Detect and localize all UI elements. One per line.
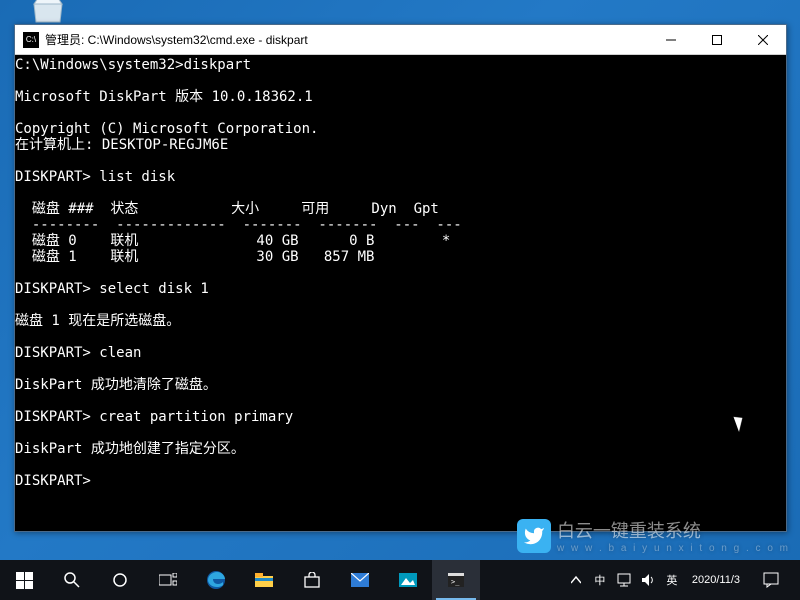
- term-line: 磁盘 1 现在是所选磁盘。: [15, 313, 180, 329]
- ime-lang-label: 英: [666, 572, 677, 588]
- term-line: 磁盘 ### 状态 大小 可用 Dyn Gpt: [15, 201, 439, 217]
- term-line: DISKPART> select disk 1: [15, 281, 209, 297]
- tray-volume[interactable]: [636, 560, 660, 600]
- taskbar: >_ 中 英 2020/11/3: [0, 560, 800, 600]
- tray-overflow[interactable]: [564, 560, 588, 600]
- cortana-icon: [112, 572, 128, 588]
- windows-logo-icon: [16, 572, 33, 589]
- edge-icon: [206, 570, 226, 590]
- taskbar-clock[interactable]: 2020/11/3: [684, 573, 748, 587]
- close-icon: [758, 35, 768, 45]
- recycle-bin-icon: [28, 0, 68, 24]
- term-line: -------- ------------- ------- ------- -…: [15, 217, 462, 233]
- taskbar-search[interactable]: [48, 560, 96, 600]
- taskbar-mail[interactable]: [336, 560, 384, 600]
- term-line: 在计算机上: DESKTOP-REGJM6E: [15, 137, 228, 153]
- cmd-window: C:\ 管理员: C:\Windows\system32\cmd.exe - d…: [14, 24, 787, 532]
- terminal-icon: >_: [448, 573, 464, 587]
- window-title: 管理员: C:\Windows\system32\cmd.exe - diskp…: [45, 31, 648, 48]
- term-line: C:\Windows\system32>diskpart: [15, 57, 251, 73]
- clock-date: 2020/11/3: [692, 573, 740, 587]
- minimize-button[interactable]: [648, 25, 694, 55]
- maximize-button[interactable]: [694, 25, 740, 55]
- taskbar-taskview[interactable]: [144, 560, 192, 600]
- tray-ime-lang[interactable]: 英: [660, 560, 684, 600]
- taskbar-notifications[interactable]: [748, 572, 794, 588]
- term-line: DiskPart 成功地创建了指定分区。: [15, 441, 245, 457]
- minimize-icon: [666, 35, 676, 45]
- svg-text:>_: >_: [451, 578, 460, 586]
- mail-icon: [351, 573, 369, 587]
- taskbar-edge[interactable]: [192, 560, 240, 600]
- notification-icon: [763, 572, 779, 588]
- taskbar-store[interactable]: [288, 560, 336, 600]
- term-line: Copyright (C) Microsoft Corporation.: [15, 121, 318, 137]
- tray-network[interactable]: [612, 560, 636, 600]
- tray-ime-mode[interactable]: 中: [588, 560, 612, 600]
- close-button[interactable]: [740, 25, 786, 55]
- start-button[interactable]: [0, 560, 48, 600]
- photos-icon: [399, 573, 417, 587]
- term-line: 磁盘 1 联机 30 GB 857 MB: [15, 249, 374, 265]
- ime-mode-label: 中: [594, 572, 605, 588]
- term-line: DISKPART> list disk: [15, 169, 175, 185]
- taskbar-explorer[interactable]: [240, 560, 288, 600]
- taskbar-photos[interactable]: [384, 560, 432, 600]
- term-line: DISKPART> clean: [15, 345, 141, 361]
- titlebar[interactable]: C:\ 管理员: C:\Windows\system32\cmd.exe - d…: [15, 25, 786, 55]
- cmd-icon: C:\: [23, 32, 39, 48]
- taskbar-cmd[interactable]: >_: [432, 560, 480, 600]
- taskbar-cortana[interactable]: [96, 560, 144, 600]
- taskview-icon: [159, 573, 177, 587]
- folder-icon: [255, 573, 273, 587]
- watermark: 白云一键重装系统 w w w . b a i y u n x i t o n g…: [517, 517, 790, 554]
- maximize-icon: [712, 35, 722, 45]
- store-icon: [304, 572, 320, 588]
- watermark-logo-icon: [517, 519, 551, 553]
- chevron-up-icon: [571, 575, 581, 585]
- search-icon: [64, 572, 80, 588]
- watermark-text: 白云一键重装系统: [557, 521, 701, 541]
- term-line: DISKPART> creat partition primary: [15, 409, 293, 425]
- term-line: DiskPart 成功地清除了磁盘。: [15, 377, 217, 393]
- term-line: Microsoft DiskPart 版本 10.0.18362.1: [15, 89, 313, 105]
- watermark-subtext: w w w . b a i y u n x i t o n g . c o m: [557, 543, 790, 554]
- network-icon: [617, 573, 631, 587]
- term-line: DISKPART>: [15, 473, 91, 489]
- terminal-output[interactable]: C:\Windows\system32>diskpart Microsoft D…: [15, 55, 786, 531]
- term-line: 磁盘 0 联机 40 GB 0 B *: [15, 233, 450, 249]
- volume-icon: [641, 573, 655, 587]
